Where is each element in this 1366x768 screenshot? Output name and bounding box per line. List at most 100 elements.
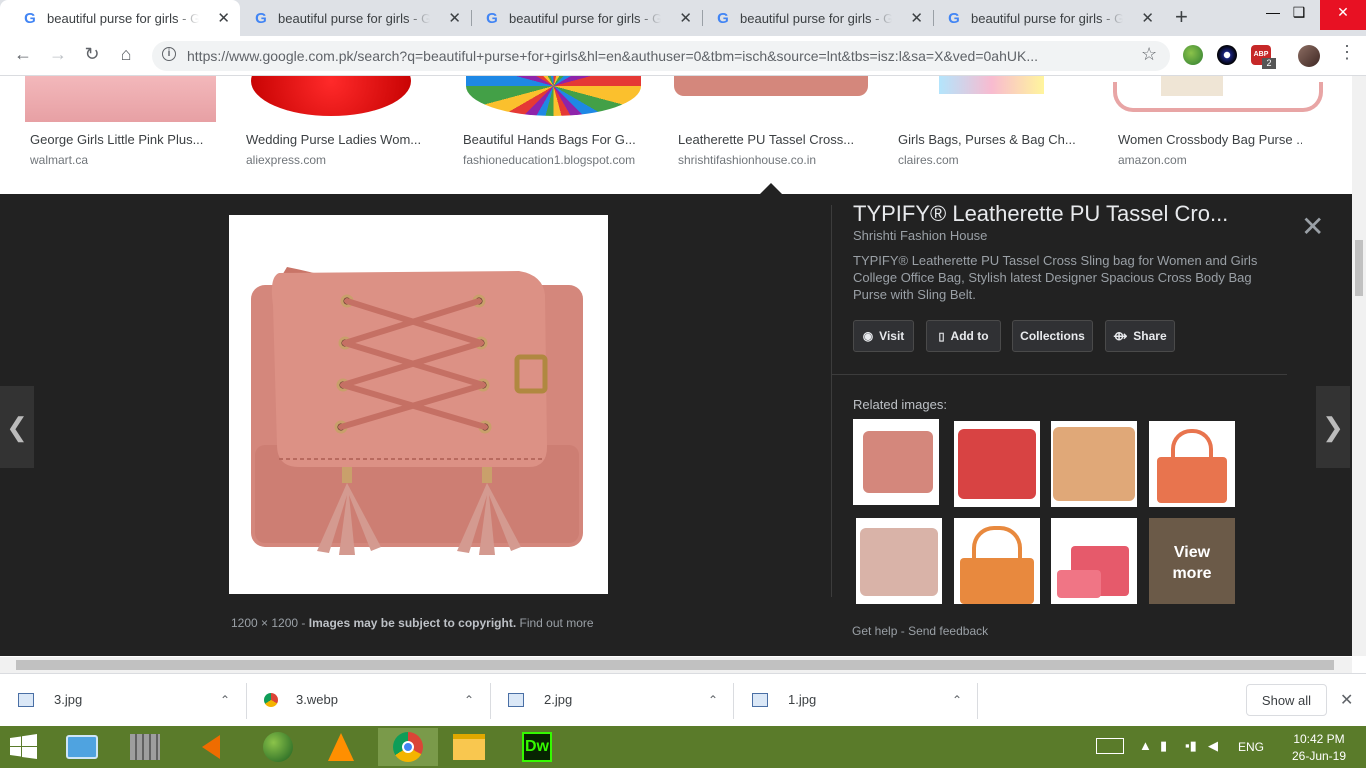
extension-globe-icon[interactable] bbox=[1183, 45, 1203, 65]
send-feedback-link[interactable]: Send feedback bbox=[908, 624, 988, 638]
result-card[interactable]: Leatherette PU Tassel Cross... shrishtif… bbox=[678, 132, 862, 167]
related-image[interactable] bbox=[853, 419, 939, 505]
preview-title[interactable]: TYPIFY® Leatherette PU Tassel Cro... bbox=[853, 201, 1273, 227]
related-image[interactable] bbox=[1051, 421, 1137, 507]
home-button[interactable]: ⌂ bbox=[114, 44, 138, 65]
chevron-up-icon[interactable]: ⌃ bbox=[220, 693, 230, 707]
result-card[interactable]: George Girls Little Pink Plus... walmart… bbox=[30, 132, 214, 167]
related-image[interactable] bbox=[954, 421, 1040, 507]
tray-expand-icon[interactable]: ▲ bbox=[1139, 738, 1152, 753]
display-settings-icon[interactable] bbox=[57, 728, 107, 766]
result-title[interactable]: Girls Bags, Purses & Bag Ch... bbox=[898, 132, 1082, 147]
internet-globe-icon[interactable] bbox=[253, 728, 303, 766]
chevron-up-icon[interactable]: ⌃ bbox=[464, 693, 474, 707]
signal-icon[interactable]: ▪▮ bbox=[1185, 738, 1197, 754]
result-card[interactable]: Wedding Purse Ladies Wom... aliexpress.c… bbox=[246, 132, 430, 167]
visit-button[interactable]: ◉ Visit bbox=[853, 320, 914, 352]
result-card[interactable]: Girls Bags, Purses & Bag Ch... claires.c… bbox=[898, 132, 1082, 167]
result-thumbnail[interactable] bbox=[894, 76, 1088, 122]
close-download-bar-icon[interactable]: ✕ bbox=[1340, 690, 1353, 710]
result-thumbnail[interactable] bbox=[674, 76, 868, 122]
result-title[interactable]: Beautiful Hands Bags For G... bbox=[463, 132, 647, 147]
google-icon: G bbox=[24, 9, 36, 27]
result-card[interactable]: Beautiful Hands Bags For G... fashionedu… bbox=[463, 132, 647, 167]
download-item[interactable]: 1.jpg ⌃ bbox=[752, 673, 962, 726]
vlc-icon[interactable] bbox=[316, 728, 366, 766]
show-all-button[interactable]: Show all bbox=[1246, 684, 1327, 716]
tab-close-icon[interactable]: ✕ bbox=[448, 9, 461, 27]
add-to-button[interactable]: ▯ Add to bbox=[926, 320, 1001, 352]
previous-image-button[interactable]: ❮ bbox=[0, 386, 34, 468]
battery-icon[interactable]: ▮ bbox=[1160, 738, 1167, 754]
download-item[interactable]: 3.webp ⌃ bbox=[264, 673, 474, 726]
related-image[interactable] bbox=[954, 518, 1040, 604]
tab-2[interactable]: G beautiful purse for girls - Google Sea… bbox=[231, 0, 471, 36]
main-preview-image[interactable] bbox=[229, 215, 608, 594]
system-clock[interactable]: 10:42 PM 26-Jun-19 bbox=[1283, 731, 1355, 765]
volume-muted-icon[interactable]: ◀ bbox=[1208, 738, 1218, 754]
result-title[interactable]: Women Crossbody Bag Purse ... bbox=[1118, 132, 1302, 147]
related-image[interactable] bbox=[856, 518, 942, 604]
maximize-button[interactable]: ❑ bbox=[1276, 0, 1322, 30]
result-title[interactable]: Wedding Purse Ladies Wom... bbox=[246, 132, 430, 147]
network-tool-icon[interactable] bbox=[120, 728, 170, 766]
download-filename: 3.jpg bbox=[54, 692, 83, 707]
view-more-button[interactable]: View more bbox=[1149, 518, 1235, 604]
download-item[interactable]: 2.jpg ⌃ bbox=[508, 673, 718, 726]
tab-close-icon[interactable]: ✕ bbox=[679, 9, 692, 27]
result-thumbnail[interactable] bbox=[241, 76, 432, 122]
next-image-button[interactable]: ❯ bbox=[1316, 386, 1350, 468]
get-help-link[interactable]: Get help bbox=[852, 624, 897, 638]
tab-5[interactable]: G beautiful purse for girls - Google Sea… bbox=[924, 0, 1164, 36]
result-title[interactable]: George Girls Little Pink Plus... bbox=[30, 132, 214, 147]
result-site: shrishtifashionhouse.co.in bbox=[678, 153, 817, 167]
result-thumbnail[interactable] bbox=[458, 76, 648, 122]
image-meta: 1200 × 1200 - Images may be subject to c… bbox=[231, 616, 594, 630]
dreamweaver-icon[interactable]: Dw bbox=[512, 728, 562, 766]
share-button[interactable]: ⟴ Share bbox=[1105, 320, 1175, 352]
horizontal-scrollbar[interactable] bbox=[0, 657, 1352, 673]
vertical-scrollbar[interactable] bbox=[1352, 76, 1366, 656]
close-panel-icon[interactable]: ✕ bbox=[1301, 210, 1324, 243]
preview-site[interactable]: Shrishti Fashion House bbox=[853, 228, 987, 243]
related-image[interactable] bbox=[1149, 421, 1235, 507]
tab-4[interactable]: G beautiful purse for girls - Google Sea… bbox=[693, 0, 933, 36]
start-button[interactable] bbox=[10, 734, 38, 760]
keyboard-icon[interactable] bbox=[1096, 738, 1124, 754]
extension-dark-icon[interactable] bbox=[1217, 45, 1237, 65]
result-card[interactable]: Women Crossbody Bag Purse ... amazon.com bbox=[1118, 132, 1302, 167]
language-indicator[interactable]: ENG bbox=[1238, 740, 1264, 754]
bookmark-star-icon[interactable]: ☆ bbox=[1141, 44, 1157, 65]
file-explorer-icon[interactable] bbox=[444, 728, 494, 766]
collections-button[interactable]: Collections bbox=[1012, 320, 1093, 352]
tab-title: beautiful purse for girls - Google Searc… bbox=[278, 10, 430, 26]
google-icon: G bbox=[486, 9, 498, 27]
tab-close-icon[interactable]: ✕ bbox=[217, 9, 230, 27]
google-icon: G bbox=[255, 9, 267, 27]
result-thumbnail[interactable] bbox=[25, 76, 216, 122]
menu-icon[interactable]: ⋮ bbox=[1338, 42, 1356, 63]
find-out-more-link[interactable]: Find out more bbox=[520, 616, 594, 630]
tab-close-icon[interactable]: ✕ bbox=[910, 9, 923, 27]
visit-label: Visit bbox=[879, 329, 905, 343]
download-item[interactable]: 3.jpg ⌃ bbox=[18, 673, 230, 726]
forward-button[interactable]: → bbox=[46, 44, 70, 65]
info-icon[interactable]: i bbox=[162, 47, 176, 61]
tab-3[interactable]: G beautiful purse for girls - Google Sea… bbox=[462, 0, 702, 36]
related-image[interactable] bbox=[1051, 518, 1137, 604]
chevron-up-icon[interactable]: ⌃ bbox=[708, 693, 718, 707]
tab-close-icon[interactable]: ✕ bbox=[1141, 9, 1154, 27]
tab-active[interactable]: G beautiful purse for girls - Google Sea… bbox=[0, 0, 240, 36]
back-button[interactable]: ← bbox=[11, 44, 35, 65]
profile-avatar[interactable] bbox=[1298, 45, 1320, 67]
speaker-icon[interactable] bbox=[186, 728, 236, 766]
chevron-up-icon[interactable]: ⌃ bbox=[952, 693, 962, 707]
result-thumbnail[interactable] bbox=[1113, 76, 1323, 122]
window-close-button[interactable]: ✕ bbox=[1320, 0, 1366, 30]
result-title[interactable]: Leatherette PU Tassel Cross... bbox=[678, 132, 862, 147]
result-site: fashioneducation1.blogspot.com bbox=[463, 153, 636, 167]
url-text[interactable]: https://www.google.com.pk/search?q=beaut… bbox=[187, 48, 1132, 64]
chrome-taskbar-icon[interactable] bbox=[378, 728, 438, 766]
new-tab-button[interactable]: + bbox=[1175, 4, 1188, 30]
reload-button[interactable]: ↻ bbox=[80, 44, 104, 65]
